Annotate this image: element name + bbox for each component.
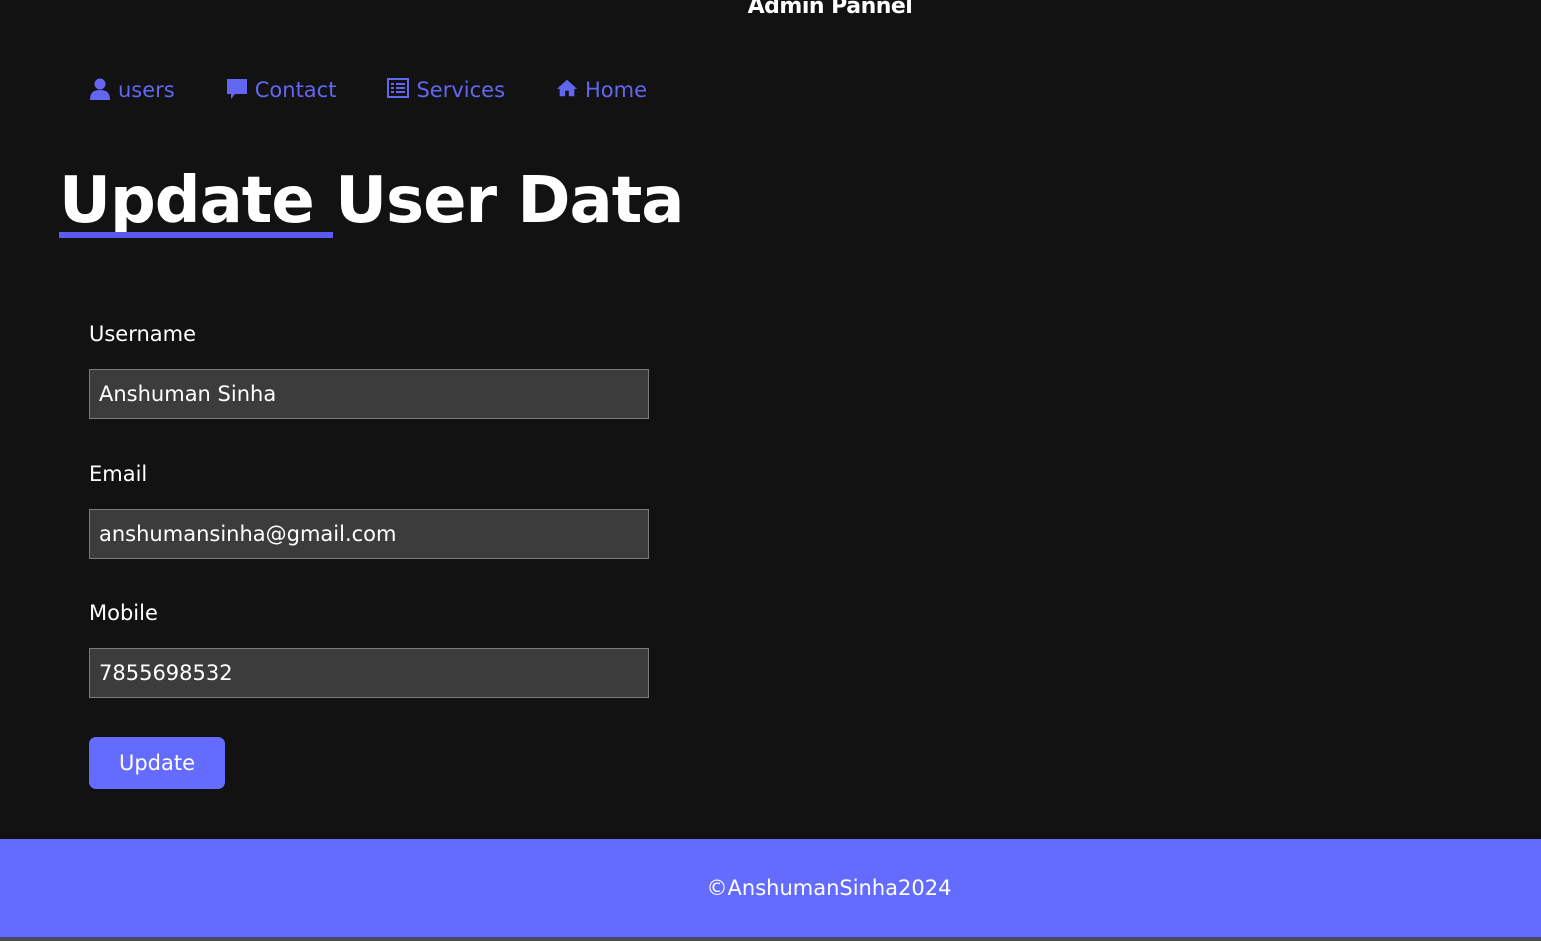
nav-item-label: users xyxy=(118,78,175,102)
username-label: Username xyxy=(89,322,197,346)
mobile-label: Mobile xyxy=(89,601,158,625)
username-field[interactable] xyxy=(89,369,649,419)
nav-item-label: Contact xyxy=(254,78,337,102)
message-icon xyxy=(226,78,248,102)
footer-copyright: ©AnshumanSinha2024 xyxy=(706,876,952,900)
email-label: Email xyxy=(89,462,148,486)
nav-item-label: Home xyxy=(585,78,648,102)
brand-title: Admin Pannel xyxy=(747,0,913,19)
nav-item-services[interactable]: Services xyxy=(387,78,505,102)
main-nav: users Contact Services Home xyxy=(89,78,698,102)
list-icon xyxy=(387,78,410,102)
footer: ©AnshumanSinha2024 xyxy=(0,839,1541,937)
bottom-strip xyxy=(0,937,1541,941)
email-field[interactable] xyxy=(89,509,649,559)
nav-item-home[interactable]: Home xyxy=(556,78,647,102)
nav-item-label: Services xyxy=(416,78,506,102)
user-icon xyxy=(89,78,111,102)
page: Admin Pannel users Contact Services Home xyxy=(0,0,1541,941)
mobile-field[interactable] xyxy=(89,648,649,698)
nav-item-users[interactable]: users xyxy=(89,78,175,102)
update-button[interactable]: Update xyxy=(89,737,225,789)
page-title: Update User Data xyxy=(59,164,684,238)
nav-item-contact[interactable]: Contact xyxy=(226,78,337,102)
title-underline xyxy=(59,232,333,238)
home-icon xyxy=(556,78,578,102)
